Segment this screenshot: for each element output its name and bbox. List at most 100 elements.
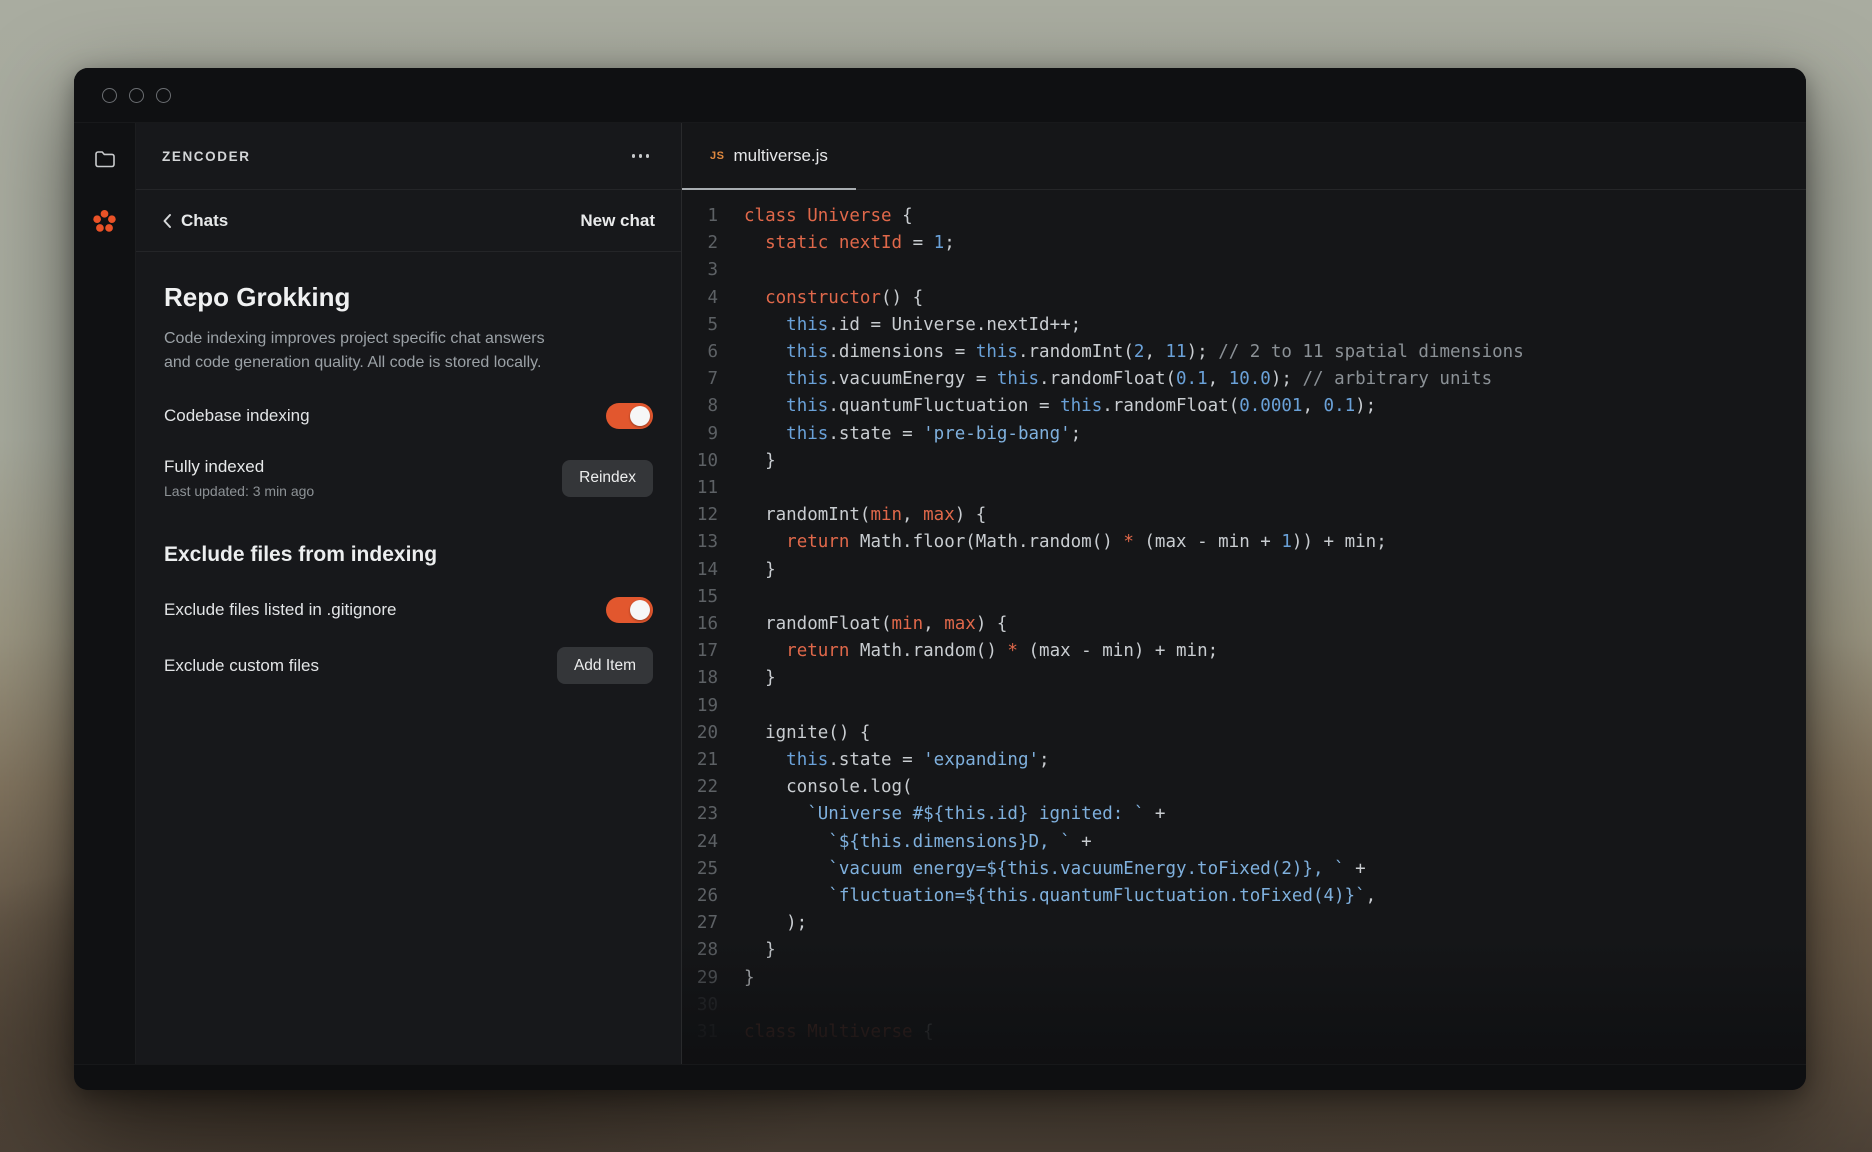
line-content: this.quantumFluctuation = this.randomFlo…	[744, 393, 1376, 420]
code-line: 10 }	[682, 448, 1806, 475]
line-content: return Math.random() * (max - min) + min…	[744, 638, 1218, 665]
code-line: 16 randomFloat(min, max) {	[682, 611, 1806, 638]
reindex-button[interactable]: Reindex	[562, 460, 653, 497]
line-content: this.state = 'pre-big-bang';	[744, 421, 1081, 448]
code-editor[interactable]: 1class Universe {2 static nextId = 1;34 …	[682, 190, 1806, 1064]
line-number: 5	[682, 312, 744, 339]
line-number: 15	[682, 584, 744, 611]
zoom-button[interactable]	[156, 88, 171, 103]
zencoder-panel: ZENCODER Chats New chat Repo Gro	[136, 123, 682, 1064]
line-content: this.id = Universe.nextId++;	[744, 312, 1081, 339]
line-number: 24	[682, 829, 744, 856]
line-content: class Multiverse {	[744, 1019, 934, 1046]
line-number: 27	[682, 910, 744, 937]
setting-row-index-status: Fully indexed Last updated: 3 min ago Re…	[164, 457, 653, 499]
add-item-button[interactable]: Add Item	[557, 647, 653, 684]
line-content: `fluctuation=${this.quantumFluctuation.t…	[744, 883, 1376, 910]
line-content: ignite() {	[744, 720, 870, 747]
line-number: 20	[682, 720, 744, 747]
line-number: 29	[682, 965, 744, 992]
line-number: 6	[682, 339, 744, 366]
line-content: this.vacuumEnergy = this.randomFloat(0.1…	[744, 366, 1492, 393]
code-line: 14 }	[682, 557, 1806, 584]
back-label: Chats	[181, 211, 228, 231]
line-number: 25	[682, 856, 744, 883]
line-number: 30	[682, 992, 744, 1019]
zencoder-logo-icon	[91, 208, 118, 235]
code-line: 3	[682, 257, 1806, 284]
line-content: return Math.floor(Math.random() * (max -…	[744, 529, 1387, 556]
custom-files-label: Exclude custom files	[164, 656, 319, 676]
javascript-icon: JS	[710, 150, 724, 162]
exclude-section-title: Exclude files from indexing	[164, 543, 653, 567]
code-line: 1class Universe {	[682, 203, 1806, 230]
bottom-bar	[74, 1064, 1806, 1090]
tab-multiverse-js[interactable]: JS multiverse.js	[682, 123, 856, 189]
line-number: 26	[682, 883, 744, 910]
line-number: 23	[682, 801, 744, 828]
line-number: 17	[682, 638, 744, 665]
line-number: 3	[682, 257, 744, 284]
code-line: 24 `${this.dimensions}D, ` +	[682, 829, 1806, 856]
more-options-button[interactable]	[626, 148, 656, 164]
code-line: 6 this.dimensions = this.randomInt(2, 11…	[682, 339, 1806, 366]
explorer-button[interactable]	[91, 145, 119, 173]
line-number: 1	[682, 203, 744, 230]
activity-bar	[74, 123, 136, 1064]
panel-title: ZENCODER	[162, 149, 251, 164]
indexing-status-title: Fully indexed	[164, 457, 314, 477]
code-line: 29}	[682, 965, 1806, 992]
code-line: 21 this.state = 'expanding';	[682, 747, 1806, 774]
panel-nav: Chats New chat	[136, 190, 681, 252]
line-number: 7	[682, 366, 744, 393]
line-number: 19	[682, 693, 744, 720]
line-content: }	[744, 937, 776, 964]
line-number: 11	[682, 475, 744, 502]
codebase-indexing-toggle[interactable]	[606, 403, 653, 429]
code-line: 31class Multiverse {	[682, 1019, 1806, 1046]
code-line: 23 `Universe #${this.id} ignited: ` +	[682, 801, 1806, 828]
code-line: 25 `vacuum energy=${this.vacuumEnergy.to…	[682, 856, 1806, 883]
line-content: `Universe #${this.id} ignited: ` +	[744, 801, 1165, 828]
back-to-chats-button[interactable]: Chats	[162, 211, 228, 231]
section-title: Repo Grokking	[164, 282, 653, 313]
gitignore-exclude-label: Exclude files listed in .gitignore	[164, 600, 396, 620]
line-content: constructor() {	[744, 285, 923, 312]
panel-header: ZENCODER	[136, 123, 681, 190]
line-content: class Universe {	[744, 203, 913, 230]
app-window: ZENCODER Chats New chat Repo Gro	[74, 68, 1806, 1090]
line-number: 18	[682, 665, 744, 692]
line-content: randomInt(min, max) {	[744, 502, 986, 529]
line-number: 14	[682, 557, 744, 584]
code-line: 7 this.vacuumEnergy = this.randomFloat(0…	[682, 366, 1806, 393]
line-content: `vacuum energy=${this.vacuumEnergy.toFix…	[744, 856, 1366, 883]
code-line: 15	[682, 584, 1806, 611]
ellipsis-icon	[632, 154, 636, 158]
line-content: console.log(	[744, 774, 913, 801]
window-titlebar	[74, 68, 1806, 123]
code-line: 19	[682, 693, 1806, 720]
window-body: ZENCODER Chats New chat Repo Gro	[74, 123, 1806, 1064]
setting-row-codebase-indexing: Codebase indexing	[164, 403, 653, 429]
code-line: 5 this.id = Universe.nextId++;	[682, 312, 1806, 339]
repo-grokking-section: Repo Grokking Code indexing improves pro…	[136, 252, 681, 1064]
line-content: this.dimensions = this.randomInt(2, 11);…	[744, 339, 1524, 366]
tab-bar: JS multiverse.js	[682, 123, 1806, 190]
code-line: 2 static nextId = 1;	[682, 230, 1806, 257]
line-content: }	[744, 557, 776, 584]
chevron-left-icon	[162, 213, 172, 229]
gitignore-exclude-toggle[interactable]	[606, 597, 653, 623]
line-number: 16	[682, 611, 744, 638]
codebase-indexing-label: Codebase indexing	[164, 406, 310, 426]
close-button[interactable]	[102, 88, 117, 103]
line-number: 4	[682, 285, 744, 312]
minimize-button[interactable]	[129, 88, 144, 103]
line-number: 28	[682, 937, 744, 964]
line-content: static nextId = 1;	[744, 230, 955, 257]
line-content: this.state = 'expanding';	[744, 747, 1050, 774]
line-content: }	[744, 965, 755, 992]
new-chat-button[interactable]: New chat	[580, 211, 655, 231]
zencoder-logo-button[interactable]	[91, 207, 119, 235]
line-number: 31	[682, 1019, 744, 1046]
setting-row-custom-files: Exclude custom files Add Item	[164, 647, 653, 684]
